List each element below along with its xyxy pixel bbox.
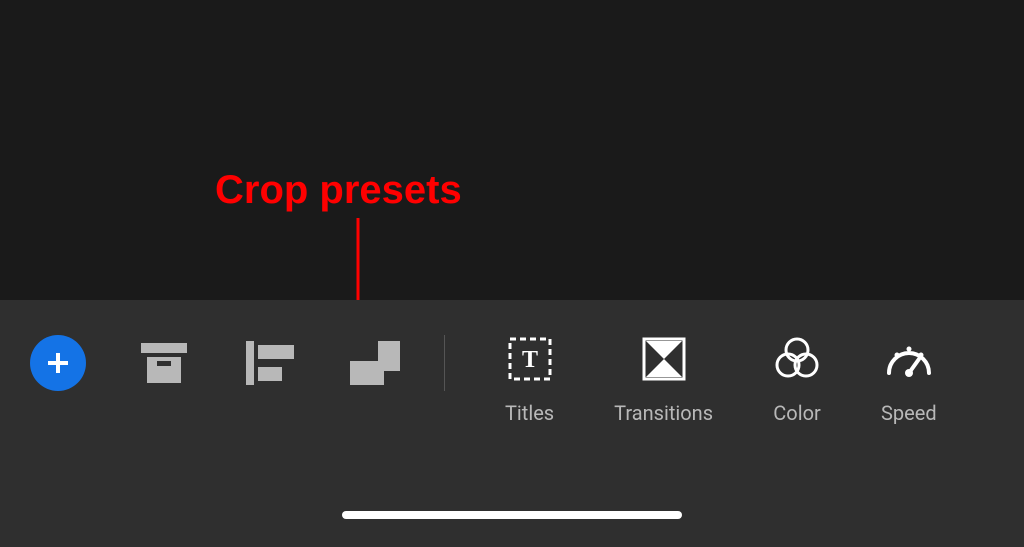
align-left-button[interactable] <box>242 335 298 391</box>
speed-label: Speed <box>881 401 937 425</box>
color-label: Color <box>773 401 820 425</box>
titles-button[interactable]: T Titles <box>505 335 554 425</box>
bottom-toolbar: T Titles Transitions <box>0 300 1024 547</box>
titles-icon: T <box>508 337 552 381</box>
toolbar-right-group: T Titles Transitions <box>505 335 937 425</box>
color-button[interactable]: Color <box>773 335 821 425</box>
crop-presets-annotation: Crop presets <box>215 168 462 213</box>
speed-button[interactable]: Speed <box>881 335 937 425</box>
titles-label: Titles <box>505 401 554 425</box>
toolbar-separator <box>444 335 445 391</box>
transitions-button[interactable]: Transitions <box>614 335 713 425</box>
svg-text:T: T <box>522 347 538 373</box>
home-indicator[interactable] <box>342 511 682 519</box>
add-button[interactable] <box>30 335 86 391</box>
crop-presets-icon <box>350 341 402 385</box>
transitions-icon <box>642 337 686 381</box>
speed-icon <box>883 337 935 381</box>
preview-area <box>0 0 1024 300</box>
archive-icon <box>139 341 189 385</box>
align-left-icon <box>246 341 294 385</box>
plus-icon <box>42 347 74 379</box>
crop-presets-button[interactable] <box>348 335 404 391</box>
transitions-label: Transitions <box>614 401 713 425</box>
color-icon <box>773 335 821 383</box>
toolbar-left-group <box>30 335 404 391</box>
archive-button[interactable] <box>136 335 192 391</box>
